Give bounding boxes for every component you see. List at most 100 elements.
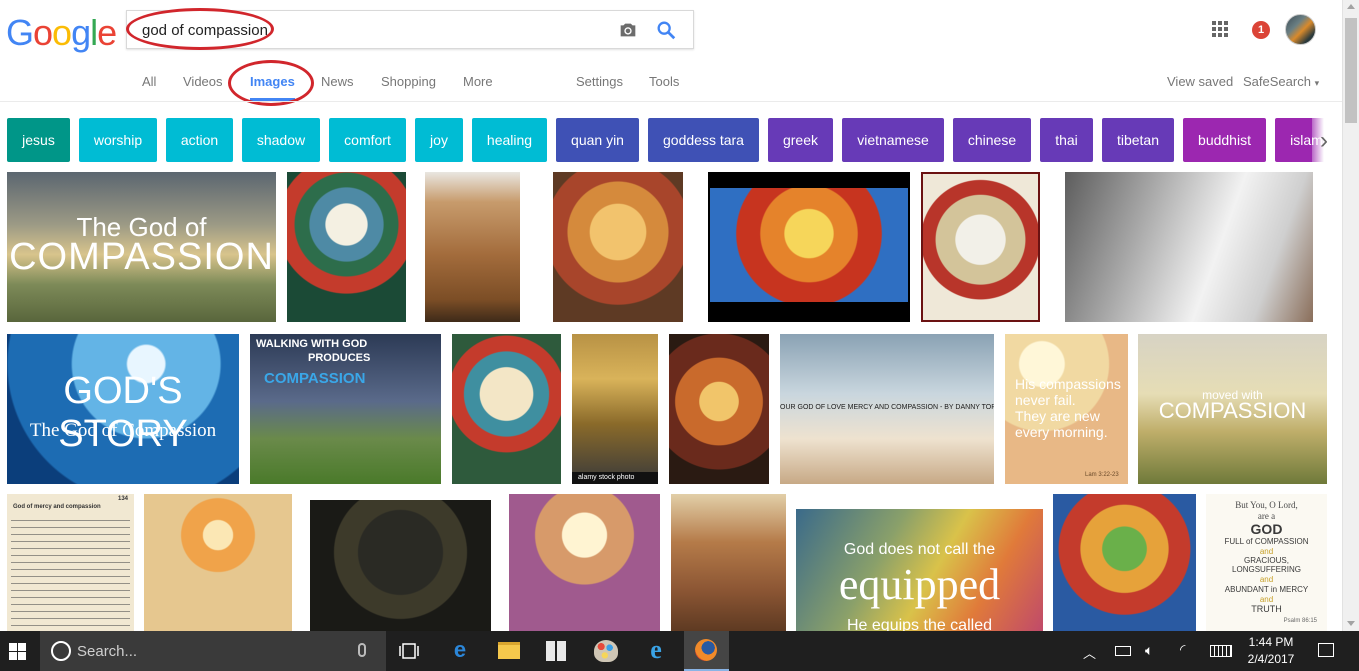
chip-goddess-tara[interactable]: goddess tara: [648, 118, 759, 162]
chip-jesus[interactable]: jesus: [7, 118, 70, 162]
image-result[interactable]: His compassions never fail. They are new…: [1005, 334, 1128, 484]
sheet-music-staff: [11, 514, 130, 626]
related-search-chips: jesus worship action shadow comfort joy healin…: [7, 118, 1342, 162]
image-result[interactable]: [310, 500, 491, 631]
vertical-scrollbar[interactable]: [1342, 0, 1359, 631]
chevron-right-icon: ›: [1320, 127, 1328, 154]
image-result[interactable]: [425, 172, 520, 322]
tab-images[interactable]: Images: [250, 74, 295, 89]
chip-action[interactable]: action: [166, 118, 233, 162]
tab-news[interactable]: News: [321, 74, 354, 89]
windows-start-icon[interactable]: [9, 643, 26, 660]
firefox-taskbar-button[interactable]: [684, 631, 729, 671]
chip-thai[interactable]: thai: [1040, 118, 1093, 162]
image-result[interactable]: WALKING WITH GOD PRODUCES COMPASSION: [250, 334, 441, 484]
image-caption: GRACIOUS,: [1244, 556, 1289, 565]
wifi-icon[interactable]: ◜: [1180, 641, 1185, 658]
image-result[interactable]: [1065, 172, 1313, 322]
edge-browser-icon[interactable]: e: [449, 639, 471, 661]
scroll-up-arrow-icon[interactable]: [1347, 4, 1355, 9]
tab-all[interactable]: All: [142, 74, 156, 89]
image-result[interactable]: [553, 172, 683, 322]
image-result[interactable]: OUR GOD OF LOVE MERCY AND COMPASSION - B…: [780, 334, 994, 484]
chip-quan-yin[interactable]: quan yin: [556, 118, 639, 162]
image-result[interactable]: [708, 172, 910, 322]
apps-grid-icon[interactable]: [1211, 20, 1229, 38]
scrollbar-thumb[interactable]: [1345, 18, 1357, 123]
tab-shopping[interactable]: Shopping: [381, 74, 436, 89]
camera-icon[interactable]: [617, 19, 639, 41]
image-caption: OUR GOD OF LOVE MERCY AND COMPASSION - B…: [780, 404, 994, 411]
chip-buddhist[interactable]: buddhist: [1183, 118, 1266, 162]
tray-chevron-up-icon[interactable]: ︿: [1083, 643, 1096, 662]
internet-explorer-icon[interactable]: e: [644, 637, 668, 663]
image-result[interactable]: GOD'S STORY The God of Compassion: [7, 334, 239, 484]
notification-badge[interactable]: 1: [1252, 21, 1270, 39]
chip-chinese[interactable]: chinese: [953, 118, 1031, 162]
image-result[interactable]: [452, 334, 561, 484]
image-caption: The God of Compassion: [29, 420, 217, 441]
chips-next-button[interactable]: ›: [1312, 118, 1342, 162]
keyboard-icon[interactable]: [1210, 645, 1232, 657]
image-caption: WALKING WITH GOD: [256, 338, 368, 350]
windows-taskbar: Search... e e ︿ 🔈︎ ◜ 1:44 PM 2/4/2017: [0, 631, 1359, 671]
search-input[interactable]: god of compassion: [142, 22, 268, 39]
image-caption: PRODUCES: [308, 352, 371, 364]
search-box[interactable]: god of compassion: [126, 10, 694, 49]
image-caption: ABUNDANT in MERCY: [1224, 585, 1309, 594]
chip-greek[interactable]: greek: [768, 118, 833, 162]
search-icon[interactable]: [655, 19, 677, 41]
image-caption: are a: [1257, 511, 1276, 521]
tab-more[interactable]: More: [463, 74, 493, 89]
avatar[interactable]: [1285, 14, 1316, 45]
google-logo[interactable]: Google: [6, 12, 117, 54]
image-result[interactable]: [509, 494, 660, 631]
tab-settings[interactable]: Settings: [576, 74, 623, 89]
image-caption: His compassions: [1015, 376, 1121, 392]
chip-tibetan[interactable]: tibetan: [1102, 118, 1174, 162]
safesearch-label: SafeSearch: [1243, 74, 1311, 89]
file-explorer-icon[interactable]: [498, 642, 520, 659]
firefox-icon: [695, 639, 717, 661]
view-saved-link[interactable]: View saved: [1167, 74, 1233, 89]
chip-worship[interactable]: worship: [79, 118, 157, 162]
image-result[interactable]: But You, O Lord, are a GOD FULL of COMPA…: [1206, 494, 1327, 631]
image-result[interactable]: [671, 494, 786, 631]
image-result[interactable]: [669, 334, 769, 484]
store-icon[interactable]: [546, 641, 566, 661]
image-caption: COMPASSION: [9, 236, 274, 278]
battery-icon[interactable]: [1115, 646, 1131, 656]
image-caption: Lam 3:22-23: [1085, 472, 1119, 478]
chip-comfort[interactable]: comfort: [329, 118, 406, 162]
action-center-icon[interactable]: [1318, 643, 1334, 657]
image-caption: Psalm 86:15: [1283, 618, 1317, 624]
image-caption: COMPASSION: [264, 370, 366, 387]
chip-joy[interactable]: joy: [415, 118, 463, 162]
volume-icon[interactable]: 🔈︎: [1145, 642, 1153, 659]
image-result[interactable]: [287, 172, 406, 322]
paint-icon[interactable]: [594, 640, 618, 662]
image-caption: LONGSUFFERING: [1232, 565, 1301, 574]
chip-vietnamese[interactable]: vietnamese: [842, 118, 944, 162]
image-result[interactable]: The God of COMPASSION: [7, 172, 276, 322]
chip-healing[interactable]: healing: [472, 118, 547, 162]
tab-videos[interactable]: Videos: [183, 74, 223, 89]
clock-time[interactable]: 1:44 PM: [1246, 635, 1296, 649]
image-result[interactable]: [144, 494, 292, 631]
microphone-icon[interactable]: [358, 643, 366, 657]
image-result[interactable]: God of mercy and compassion 134: [7, 494, 134, 631]
image-result[interactable]: [921, 172, 1040, 322]
tab-tools[interactable]: Tools: [649, 74, 679, 89]
image-result[interactable]: God does not call the equipped He equips…: [796, 509, 1043, 631]
browser-page: Google god of compassion 1 All Videos Im…: [0, 0, 1359, 671]
task-view-icon[interactable]: [399, 642, 419, 660]
chip-shadow[interactable]: shadow: [242, 118, 320, 162]
image-result[interactable]: moved with COMPASSION: [1138, 334, 1327, 484]
image-result[interactable]: [1053, 494, 1196, 631]
image-result[interactable]: alamy stock photo: [572, 334, 658, 484]
safesearch-dropdown[interactable]: SafeSearch ▾: [1243, 74, 1319, 89]
image-caption: every morning.: [1015, 424, 1108, 440]
scroll-down-arrow-icon[interactable]: [1347, 621, 1355, 626]
clock-date[interactable]: 2/4/2017: [1246, 652, 1296, 666]
taskbar-search-box[interactable]: Search...: [40, 631, 386, 671]
